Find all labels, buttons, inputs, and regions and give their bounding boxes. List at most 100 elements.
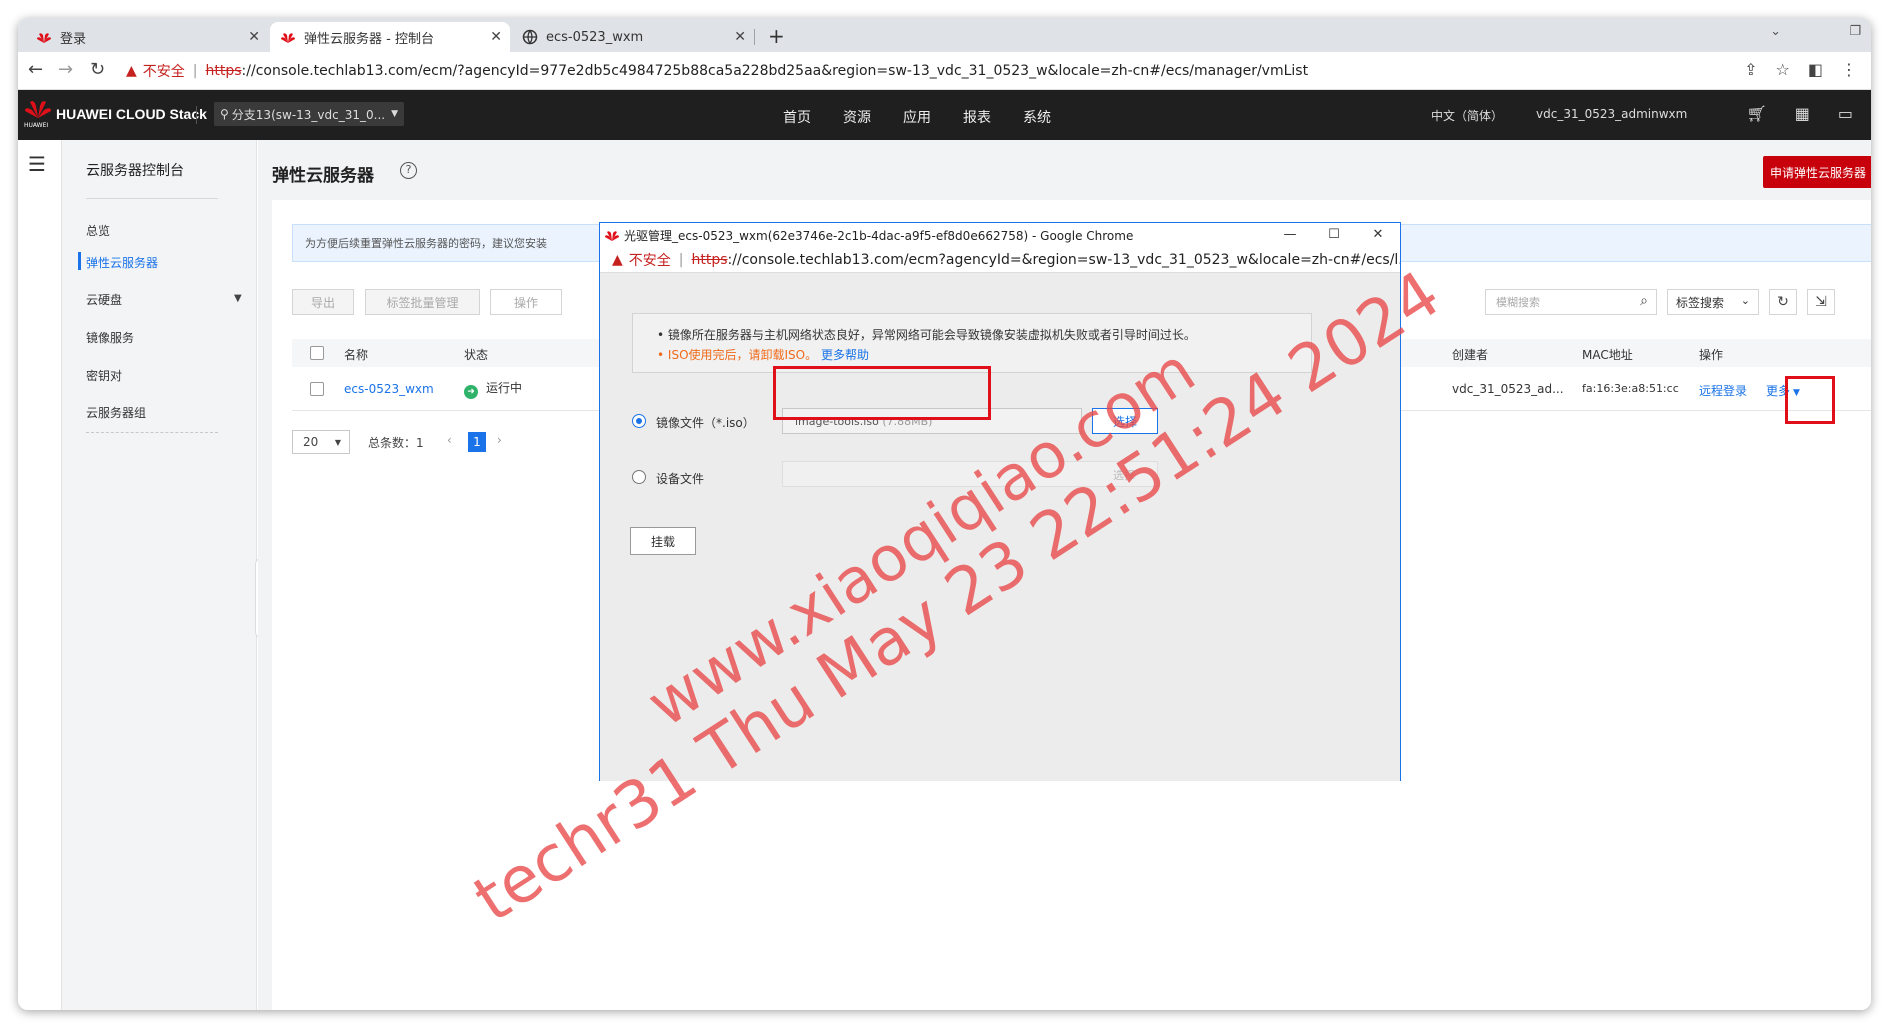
select-image-button[interactable]: 选择 — [1092, 408, 1158, 434]
nav-reports[interactable]: 报表 — [963, 107, 991, 127]
creator-cell: vdc_31_0523_ad... — [1452, 382, 1564, 396]
brand-name: HUAWEI CLOUD Stack — [56, 106, 207, 122]
export-button[interactable]: 导出 — [292, 289, 354, 315]
menu-dots-icon[interactable]: ⋮ — [1841, 60, 1857, 79]
sidebar-active-indicator — [78, 252, 81, 270]
tag-search-dropdown[interactable]: 标签搜索 ⌄ — [1667, 289, 1759, 315]
tab-strip: 登录 ✕ 弹性云服务器 - 控制台 ✕ ecs-0523_wxm ✕ + ⌄ ❐ — [18, 18, 1871, 52]
running-status-icon: ➜ — [464, 385, 478, 399]
popup-window-controls: — ☐ ✕ — [1268, 223, 1400, 247]
help-icon[interactable]: ? — [400, 162, 417, 179]
sidebar-item-ecs[interactable]: 弹性云服务器 — [86, 254, 158, 271]
nav-resources[interactable]: 资源 — [843, 107, 871, 127]
notice-box: • 镜像所在服务器与主机网络状态良好，异常网络可能会导致镜像安装虚拟机失败或者引… — [632, 313, 1312, 373]
notice-warning-text: ISO使用完后，请卸载ISO。 — [667, 348, 818, 362]
fuzzy-search-input[interactable]: 模糊搜索 ⌕ — [1485, 289, 1657, 315]
popup-titlebar: 光驱管理_ecs-0523_wxm(62e3746e-2c1b-4dac-a9f… — [600, 223, 1400, 247]
sidebar-item-server-groups[interactable]: 云服务器组 — [86, 404, 146, 421]
url-separator: | — [192, 63, 198, 79]
close-icon[interactable]: ✕ — [1356, 223, 1400, 247]
url-scheme: https — [691, 251, 728, 268]
page-title: 弹性云服务器 — [272, 166, 374, 186]
header-divider — [196, 106, 197, 124]
huawei-logo-icon — [604, 227, 620, 246]
new-tab-icon[interactable]: + — [768, 24, 785, 48]
huawei-logo[interactable]: HUAWEI — [24, 98, 58, 130]
col-actions: 操作 — [1699, 348, 1724, 362]
operations-button[interactable]: 操作 — [490, 289, 562, 315]
close-icon[interactable]: ✕ — [734, 29, 746, 45]
tab-label: ecs-0523_wxm — [546, 29, 644, 45]
minimize-icon[interactable]: — — [1268, 223, 1312, 247]
image-file-radio[interactable] — [632, 414, 646, 428]
status-text: 运行中 — [486, 381, 523, 395]
prev-page-icon[interactable]: ‹ — [447, 433, 452, 447]
region-select[interactable]: ⚲ 分支13(sw-13_vdc_31_0... ▼ — [214, 102, 404, 126]
tab-ecs-console[interactable]: 弹性云服务器 - 控制台 ✕ — [270, 22, 510, 52]
page-size-select[interactable]: 20 ▼ — [292, 430, 350, 454]
highlight-box-more — [1785, 376, 1835, 424]
more-help-link[interactable]: 更多帮助 — [821, 348, 869, 362]
next-page-icon[interactable]: › — [497, 433, 502, 447]
page-number[interactable]: 1 — [468, 432, 486, 452]
share-icon[interactable]: ⇪ — [1744, 60, 1757, 79]
refresh-icon[interactable]: ↻ — [1769, 289, 1797, 315]
search-icon[interactable]: ⌕ — [1640, 293, 1648, 309]
back-arrow-icon[interactable]: ← — [28, 59, 43, 80]
select-all-checkbox[interactable] — [310, 346, 324, 360]
tab-ecs-vnc[interactable]: ecs-0523_wxm ✕ — [512, 22, 755, 52]
chevron-down-icon[interactable]: ▼ — [234, 293, 242, 304]
side-panel-icon[interactable]: ◧ — [1808, 60, 1823, 79]
hamburger-menu-icon[interactable]: ☰ — [28, 152, 46, 176]
server-name-link[interactable]: ecs-0523_wxm — [344, 382, 434, 396]
sidebar: 云服务器控制台 总览 弹性云服务器 云硬盘 ▼ 镜像服务 密钥对 云服务器组 — [62, 140, 257, 1010]
chevron-down-icon: ⌄ — [1740, 294, 1750, 307]
sidebar-dashed-divider — [86, 432, 218, 433]
calendar-icon[interactable]: ▦ — [1795, 104, 1810, 123]
sidebar-item-evs[interactable]: 云硬盘 — [86, 291, 122, 308]
huawei-logo-icon — [280, 29, 296, 45]
status-cell: ➜ 运行中 — [464, 379, 522, 399]
notice-text: 镜像所在服务器与主机网络状态良好，异常网络可能会导致镜像安装虚拟机失败或者引导时… — [667, 328, 1196, 342]
user-menu[interactable]: vdc_31_0523_adminwxm — [1536, 107, 1687, 121]
maximize-icon[interactable]: ☐ — [1312, 223, 1356, 247]
popup-title: 光驱管理_ecs-0523_wxm(62e3746e-2c1b-4dac-a9f… — [624, 228, 1134, 243]
mac-cell: fa:16:3e:a8:51:cc — [1582, 382, 1679, 395]
warning-triangle-icon: ▲ — [126, 63, 137, 79]
search-placeholder: 模糊搜索 — [1496, 296, 1540, 309]
sidebar-item-overview[interactable]: 总览 — [86, 222, 110, 239]
nav-home[interactable]: 首页 — [783, 107, 811, 127]
close-icon[interactable]: ✕ — [248, 29, 260, 45]
forward-arrow-icon[interactable]: → — [58, 59, 73, 80]
star-icon[interactable]: ☆ — [1776, 60, 1790, 79]
nav-apps[interactable]: 应用 — [903, 107, 931, 127]
region-label: 分支13(sw-13_vdc_31_0... — [231, 107, 386, 122]
sidebar-item-keypairs[interactable]: 密钥对 — [86, 367, 122, 384]
huawei-logo-icon — [36, 29, 52, 45]
language-switch[interactable]: 中文（简体） — [1431, 107, 1503, 124]
window-restore-icon[interactable]: ❐ — [1849, 24, 1861, 39]
url-separator: | — [678, 251, 684, 268]
image-file-label: 镜像文件（*.iso） — [656, 416, 755, 430]
url-field[interactable]: ▲ 不安全 | https ://console.techlab13.com/e… — [126, 57, 1746, 85]
apply-ecs-button[interactable]: 申请弹性云服务器 — [1763, 156, 1871, 188]
remote-login-link[interactable]: 远程登录 — [1699, 382, 1747, 399]
cart-icon[interactable]: 🛒︎ — [1746, 104, 1766, 123]
tab-login[interactable]: 登录 ✕ — [26, 22, 268, 52]
cdrom-popup-window: 光驱管理_ecs-0523_wxm(62e3746e-2c1b-4dac-a9f… — [599, 222, 1401, 781]
export-icon[interactable]: ⇲ — [1807, 289, 1835, 315]
page-size-value: 20 — [303, 435, 319, 449]
reload-icon[interactable]: ↻ — [90, 59, 105, 80]
tag-batch-button[interactable]: 标签批量管理 — [365, 289, 480, 315]
device-file-radio[interactable] — [632, 470, 646, 484]
close-icon[interactable]: ✕ — [490, 29, 502, 45]
nav-system[interactable]: 系统 — [1023, 107, 1051, 127]
header-actions: 🛒︎ ▦ ▭ — [1746, 104, 1853, 123]
sidebar-item-images[interactable]: 镜像服务 — [86, 329, 134, 346]
highlight-box-image-file — [773, 366, 991, 420]
tab-search-chevron-icon[interactable]: ⌄ — [1770, 24, 1781, 39]
sidebar-divider — [86, 198, 218, 199]
row-checkbox[interactable] — [310, 382, 324, 396]
message-icon[interactable]: ▭ — [1838, 104, 1853, 123]
mount-button[interactable]: 挂载 — [630, 527, 696, 555]
